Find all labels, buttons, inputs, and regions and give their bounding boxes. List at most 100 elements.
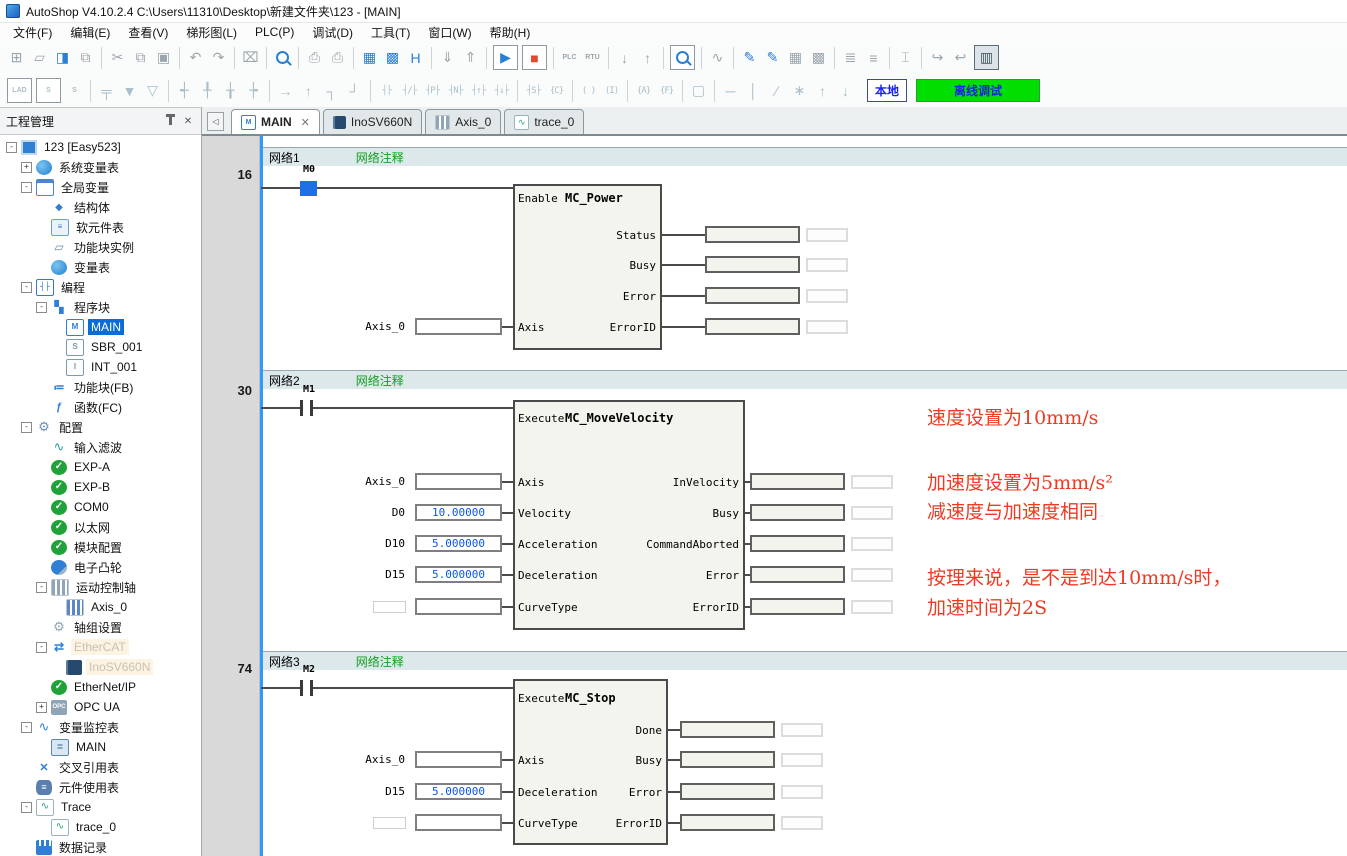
output-value-box[interactable]: [680, 783, 775, 800]
tree-item--[interactable]: +系统变量表: [0, 157, 201, 177]
write-edit-button[interactable]: ✎: [738, 46, 761, 69]
print-button[interactable]: ⎙: [326, 46, 349, 69]
save-button[interactable]: ◨: [51, 46, 74, 69]
tree-item-ethercat[interactable]: -⇄EtherCAT: [0, 637, 201, 657]
rtu-mode-button[interactable]: RTU: [581, 46, 604, 69]
output-value-box[interactable]: [750, 535, 845, 552]
tree-item-main[interactable]: -≣MAIN: [0, 737, 201, 757]
collapse-icon[interactable]: -: [36, 642, 47, 653]
delete-vline-button[interactable]: ∗: [788, 79, 811, 102]
move-down-button[interactable]: ↓: [834, 79, 857, 102]
tree-item--[interactable]: -✓模块配置: [0, 537, 201, 557]
menu-item-8[interactable]: 窗口(W): [419, 23, 480, 42]
tree-item--[interactable]: -全局变量: [0, 177, 201, 197]
fb-table-button[interactable]: ▦: [784, 46, 807, 69]
delete-button[interactable]: ⌧: [239, 46, 262, 69]
stop-button[interactable]: ■: [522, 45, 547, 70]
collapse-icon[interactable]: -: [36, 582, 47, 593]
find-button[interactable]: [271, 46, 294, 69]
tree-item--[interactable]: -▚程序块: [0, 297, 201, 317]
plc-mode-button[interactable]: PLC: [558, 46, 581, 69]
tree-item--[interactable]: -◆结构体: [0, 197, 201, 217]
paste-button[interactable]: ▣: [152, 46, 175, 69]
tab-trace_0[interactable]: ∿trace_0: [504, 109, 584, 134]
collapse-icon[interactable]: -: [21, 802, 32, 813]
contact-bar-left[interactable]: [300, 680, 303, 696]
append-branch-button[interactable]: ┾: [242, 79, 265, 102]
run-button[interactable]: ▶: [493, 45, 518, 70]
tree-item-trace-0[interactable]: -∿trace_0: [0, 817, 201, 837]
output-monitor-box[interactable]: [851, 537, 893, 551]
new-file-button[interactable]: ⊞: [5, 46, 28, 69]
input-value-box[interactable]: 5.000000: [415, 535, 502, 552]
coil-c-button[interactable]: {C}: [545, 79, 568, 102]
input-value-box[interactable]: 5.000000: [415, 783, 502, 800]
tab-inosv660n[interactable]: InoSV660N: [323, 109, 422, 134]
output-monitor-box[interactable]: [781, 785, 823, 799]
contact-no-button[interactable]: ┤├: [375, 79, 398, 102]
insert-row-below-button[interactable]: ▼: [118, 79, 141, 102]
collapse-icon[interactable]: -: [21, 722, 32, 733]
network-comment[interactable]: 网络注释: [356, 149, 404, 166]
tree-item-123-easy523-[interactable]: -123 [Easy523]: [0, 137, 201, 157]
output-value-box[interactable]: [705, 287, 800, 304]
tab-close-icon[interactable]: ✕: [301, 116, 310, 129]
tree-item--[interactable]: -∿输入滤波: [0, 437, 201, 457]
redo-button[interactable]: ↷: [207, 46, 230, 69]
output-monitor-box[interactable]: [806, 320, 848, 334]
output-value-box[interactable]: [680, 721, 775, 738]
menu-item-3[interactable]: 查看(V): [119, 23, 177, 42]
coil-f-button[interactable]: {F}: [655, 79, 678, 102]
function-block-button[interactable]: ▢: [687, 79, 710, 102]
lad-view-button[interactable]: LAD: [7, 78, 32, 103]
expand-icon[interactable]: +: [21, 162, 32, 173]
insert-row-above-button[interactable]: ▽: [141, 79, 164, 102]
contact-n-button[interactable]: ┤N├: [444, 79, 467, 102]
output-monitor-box[interactable]: [806, 228, 848, 242]
undo-button[interactable]: ↶: [184, 46, 207, 69]
collapse-icon[interactable]: -: [21, 182, 32, 193]
input-value-box[interactable]: [415, 751, 502, 768]
compile-button[interactable]: ▦: [358, 46, 381, 69]
contact-rising-button[interactable]: ┤↑├: [467, 79, 490, 102]
input-value-box[interactable]: 5.000000: [415, 566, 502, 583]
jump-in-button[interactable]: ↪: [926, 46, 949, 69]
tree-item--[interactable]: -电子凸轮: [0, 557, 201, 577]
delete-hline-button[interactable]: ∕: [765, 79, 788, 102]
tree-item--[interactable]: -运动控制轴: [0, 577, 201, 597]
save-all-button[interactable]: ⧉: [74, 46, 97, 69]
output-monitor-box[interactable]: [781, 753, 823, 767]
window-switch-button[interactable]: ▥: [974, 45, 999, 70]
output-monitor-box[interactable]: [806, 258, 848, 272]
coil-button[interactable]: ( ): [577, 79, 600, 102]
collapse-icon[interactable]: -: [21, 422, 32, 433]
sfc-view-button[interactable]: S: [36, 78, 61, 103]
device-plug-button[interactable]: ⌶: [894, 46, 917, 69]
contact-nc-button[interactable]: ┤/├: [398, 79, 421, 102]
tree-item--[interactable]: -数据记录: [0, 837, 201, 856]
insert-rung-button[interactable]: ┽: [173, 79, 196, 102]
upload-button[interactable]: ↑: [636, 46, 659, 69]
output-monitor-box[interactable]: [851, 475, 893, 489]
collapse-icon[interactable]: -: [21, 282, 32, 293]
print-preview-button[interactable]: ⎙: [303, 46, 326, 69]
menu-item-7[interactable]: 工具(T): [362, 23, 419, 42]
output-monitor-box[interactable]: [851, 568, 893, 582]
tree-item-opc-ua[interactable]: +OPCOPC UA: [0, 697, 201, 717]
contact-bar-right[interactable]: [310, 400, 313, 416]
menu-item-4[interactable]: 梯形图(L): [177, 23, 246, 42]
st-view-button[interactable]: S: [63, 79, 86, 102]
output-monitor-box[interactable]: [781, 816, 823, 830]
insert-branch-button[interactable]: ╁: [219, 79, 242, 102]
compile-all-button[interactable]: ▩: [381, 46, 404, 69]
pin-icon[interactable]: [163, 114, 177, 128]
tree-item-sbr-001[interactable]: -SSBR_001: [0, 337, 201, 357]
tree-item-axis-0[interactable]: -Axis_0: [0, 597, 201, 617]
wire-corner-up-button[interactable]: ┘: [343, 79, 366, 102]
network-comment[interactable]: 网络注释: [356, 372, 404, 389]
tree-item--[interactable]: -▱功能块实例: [0, 237, 201, 257]
jump-out-button[interactable]: ↩: [949, 46, 972, 69]
tree-item--[interactable]: -┤├编程: [0, 277, 201, 297]
input-value-box[interactable]: [415, 814, 502, 831]
wire-up-button[interactable]: ↑: [297, 79, 320, 102]
